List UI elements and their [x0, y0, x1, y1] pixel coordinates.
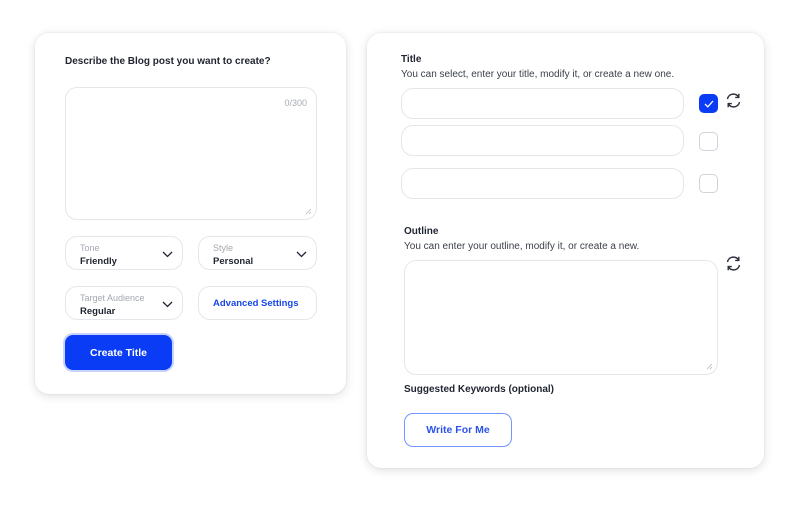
blog-prompt-card: Describe the Blog post you want to creat…	[35, 33, 346, 394]
check-icon	[704, 100, 714, 108]
chevron-down-icon	[296, 251, 307, 258]
style-select[interactable]: Style Personal	[198, 236, 317, 270]
resize-handle-icon[interactable]	[305, 208, 312, 215]
title-heading: Title	[401, 54, 422, 65]
title-option-input[interactable]	[401, 168, 684, 199]
outline-heading: Outline	[404, 226, 439, 237]
prompt-label: Describe the Blog post you want to creat…	[65, 56, 271, 67]
title-option-checkbox[interactable]	[699, 94, 718, 113]
outline-textarea[interactable]	[404, 260, 718, 375]
refresh-icon[interactable]	[725, 255, 742, 272]
char-counter: 0/300	[284, 98, 307, 108]
title-option-input[interactable]	[401, 125, 684, 156]
chevron-down-icon	[162, 301, 173, 308]
style-label: Style	[213, 243, 234, 253]
title-subtext: You can select, enter your title, modify…	[401, 69, 675, 80]
audience-label: Target Audience	[80, 293, 145, 303]
outline-subtext: You can enter your outline, modify it, o…	[404, 241, 640, 252]
advanced-settings-button[interactable]: Advanced Settings	[198, 286, 317, 320]
title-option-checkbox[interactable]	[699, 132, 718, 151]
tone-label: Tone	[80, 243, 100, 253]
refresh-icon[interactable]	[725, 92, 742, 109]
title-option-input[interactable]	[401, 88, 684, 119]
title-option-checkbox[interactable]	[699, 174, 718, 193]
chevron-down-icon	[162, 251, 173, 258]
prompt-textarea[interactable]: 0/300	[65, 87, 317, 220]
write-for-me-button[interactable]: Write For Me	[404, 413, 512, 447]
style-value: Personal	[213, 256, 254, 267]
tone-select[interactable]: Tone Friendly	[65, 236, 183, 270]
audience-select[interactable]: Target Audience Regular	[65, 286, 183, 320]
keywords-heading: Suggested Keywords (optional)	[404, 384, 555, 395]
tone-value: Friendly	[80, 256, 117, 267]
blog-output-card: Title You can select, enter your title, …	[367, 33, 764, 468]
resize-handle-icon[interactable]	[706, 363, 713, 370]
audience-value: Regular	[80, 306, 116, 317]
create-title-button[interactable]: Create Title	[65, 335, 172, 370]
